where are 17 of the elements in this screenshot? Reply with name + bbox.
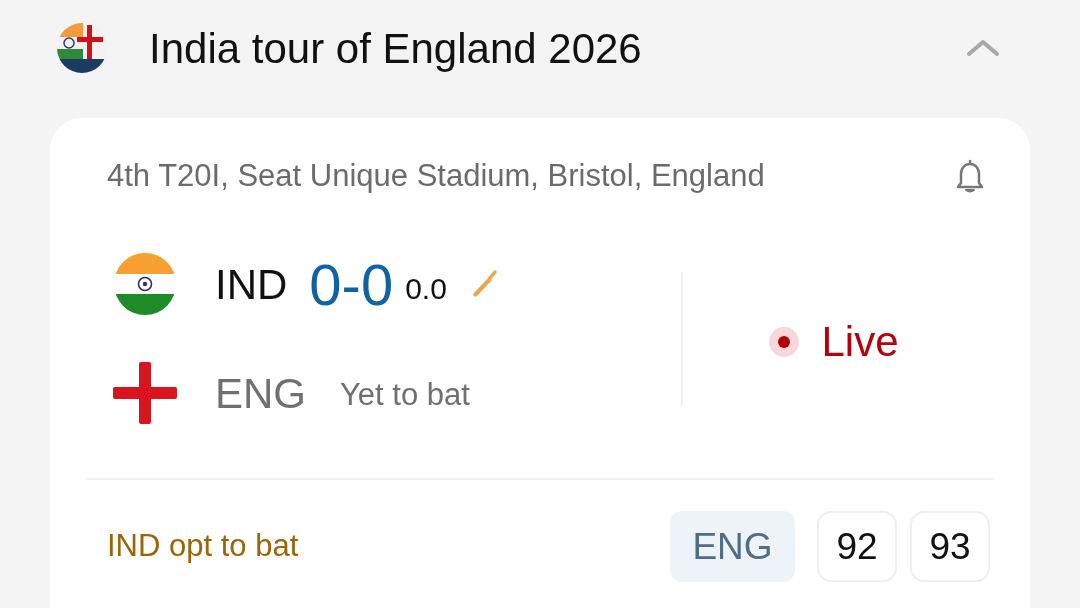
batting-status: Yet to bat [340,375,470,414]
live-dot-icon [769,326,800,357]
value-chip[interactable]: 92 [817,511,897,582]
team-code: IND [215,259,288,310]
bell-icon[interactable] [955,158,985,194]
cricket-bat-icon [470,270,497,298]
team-chip[interactable]: ENG [670,511,795,582]
overs: 0.0 [405,270,447,307]
value-chip[interactable]: 93 [910,511,990,582]
team-code: ENG [215,368,306,419]
series-title: India tour of England 2026 [149,23,642,74]
team-score: 0-0 [309,250,394,319]
toss-result: IND opt to bat [107,527,299,566]
england-flag-icon [113,362,177,424]
live-status: Live [821,317,899,367]
india-flag-icon [114,253,176,315]
match-info: 4th T20I, Seat Unique Stadium, Bristol, England [107,156,765,195]
